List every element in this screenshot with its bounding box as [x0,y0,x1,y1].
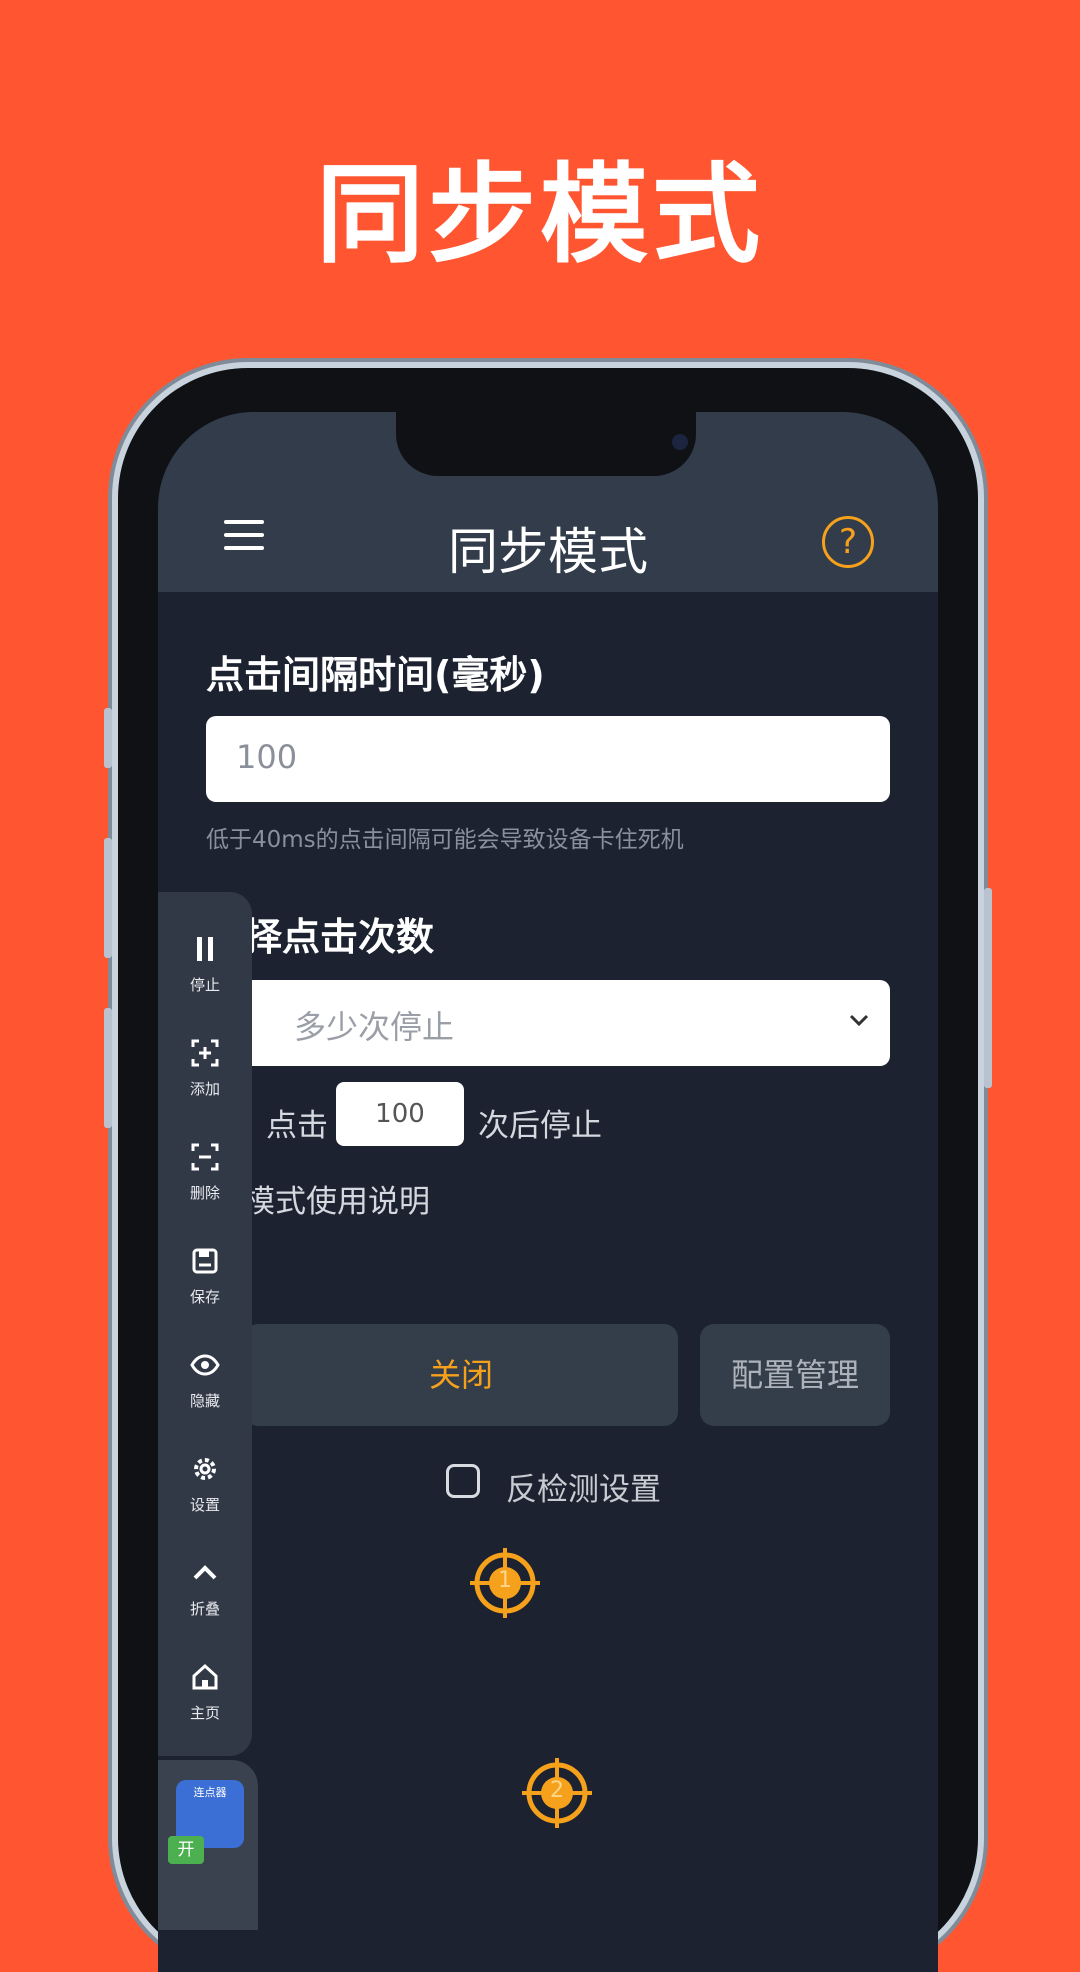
gear-icon [194,1458,216,1480]
home-icon [192,1663,218,1690]
interval-hint: 低于40ms的点击间隔可能会导致设备卡住死机 [206,827,684,853]
click-target-number: 1 [498,1568,512,1593]
anti-detect-label: 反检测设置 [506,1472,661,1508]
chevron-up-icon [193,1565,217,1580]
toolbar-hide-button[interactable]: 隐藏 [158,1350,252,1446]
toolbar-label: 删除 [189,1184,220,1202]
anti-detect-checkbox[interactable] [446,1464,480,1498]
phone-side-button [104,708,112,768]
count-mode-value: 多少次停止 [294,1008,455,1046]
toolbar-label: 停止 [189,976,220,994]
click-target[interactable]: 1 [470,1548,540,1618]
toolbar-label: 折叠 [189,1600,220,1618]
toolbar-label: 隐藏 [189,1392,220,1410]
phone-volume-up-button [104,838,112,958]
toolbar-label: 添加 [189,1080,220,1098]
count-label: 择点击次数 [244,915,435,959]
phone-power-button [984,888,992,1088]
count-mode-dropdown[interactable]: 多少次停止 [206,980,890,1066]
toolbar-save-button[interactable]: 保存 [158,1246,252,1342]
toolbar-settings-button[interactable]: 设置 [158,1454,252,1550]
floating-toolbar: 停止 添加 删除 保存 隐藏 设置 折叠 主页 [158,892,252,1756]
hero-title: 同步模式 [315,153,764,278]
count-value: 100 [375,1099,425,1129]
status-badge: 开 [168,1836,204,1864]
interval-input[interactable]: 100 [206,716,890,802]
toolbar-label: 保存 [189,1288,220,1306]
help-icon[interactable]: ? [822,516,874,568]
chevron-down-icon [849,1014,869,1027]
pause-icon [197,937,213,961]
toolbar-label: 主页 [189,1704,220,1722]
toolbar-collapse-button[interactable]: 折叠 [158,1558,252,1654]
close-button[interactable]: 关闭 [244,1324,678,1426]
eye-icon [190,1354,220,1376]
app-bar-title: 同步模式 [448,523,648,581]
interval-value: 100 [236,738,298,776]
camera-icon [672,434,688,450]
click-target[interactable]: 2 [522,1758,592,1828]
toolbar-stop-button[interactable]: 停止 [158,934,252,1030]
notch [396,412,696,476]
count-prefix: 点击 [266,1108,328,1144]
toolbar-home-button[interactable]: 主页 [158,1662,252,1758]
save-icon [192,1248,218,1274]
config-button-label: 配置管理 [730,1356,859,1394]
toolbar-remove-button[interactable]: 删除 [158,1142,252,1238]
phone-volume-down-button [104,1008,112,1128]
count-input[interactable]: 100 [336,1082,464,1146]
phone-screen: 同步模式 ? 点击间隔时间(毫秒) 100 低于40ms的点击间隔可能会导致设备… [158,412,938,1972]
config-button[interactable]: 配置管理 [700,1324,890,1426]
app-shortcut-label: 连点器 [193,1786,227,1799]
count-suffix: 次后停止 [478,1108,602,1144]
floating-app-widget[interactable]: 连点器 开 [158,1760,258,1930]
interval-label: 点击间隔时间(毫秒) [206,653,545,697]
close-button-label: 关闭 [428,1356,493,1394]
remove-target-icon [191,1143,219,1171]
toolbar-label: 设置 [189,1496,220,1514]
add-target-icon [191,1039,219,1067]
toolbar-add-button[interactable]: 添加 [158,1038,252,1134]
instructions-link[interactable]: 模式使用说明 [244,1176,430,1221]
click-target-number: 2 [550,1778,564,1803]
